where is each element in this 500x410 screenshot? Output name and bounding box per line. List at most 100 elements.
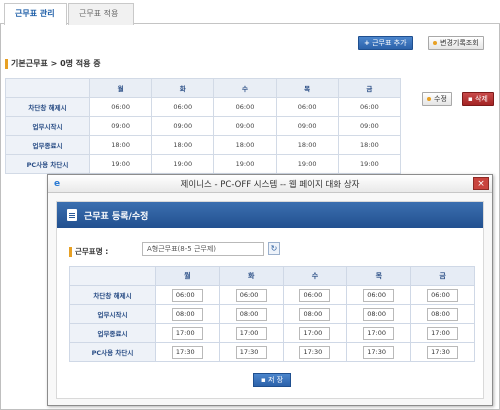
time-cell: 06:00 [88, 97, 153, 117]
time-cell [218, 342, 284, 362]
time-cell [282, 285, 348, 305]
time-input[interactable] [171, 288, 203, 302]
delete-label: 삭제 [474, 95, 488, 103]
day-header: 수 [282, 266, 348, 286]
modal-dialog: e 제이니스 - PC-OFF 시스템 -- 웹 페이지 대화 상자 × 근무표… [47, 174, 493, 406]
day-header: 화 [218, 266, 284, 286]
section-title: 기본근무표 > 0명 적용 중 [5, 58, 101, 69]
time-cell [410, 304, 475, 324]
time-input[interactable] [235, 307, 267, 321]
time-cell [346, 323, 412, 343]
row-label: 업무시작시 [69, 304, 156, 324]
day-header: 월 [155, 266, 220, 286]
row-label: PC사용 차단시 [69, 342, 156, 362]
time-cell [155, 304, 220, 324]
edit-icon [427, 97, 431, 101]
row-label: 업무종료시 [5, 135, 90, 155]
form-panel: 근무표 등록/수정 근무표명 : ↻ 월 화 수 목 금 차단창 해제시 [56, 201, 484, 399]
time-input[interactable] [299, 326, 331, 340]
time-input[interactable] [299, 345, 331, 359]
refresh-icon[interactable]: ↻ [268, 242, 280, 255]
corner-cell [5, 78, 90, 98]
day-header: 목 [275, 78, 339, 98]
day-header: 월 [88, 78, 153, 98]
schedule-name-input[interactable] [142, 242, 264, 256]
dialog-titlebar[interactable]: e 제이니스 - PC-OFF 시스템 -- 웹 페이지 대화 상자 × [48, 175, 492, 193]
add-icon: + [364, 39, 370, 47]
table-row: PC사용 차단시 19:00 19:00 19:00 19:00 19:00 [5, 154, 402, 174]
time-cell: 19:00 [337, 154, 402, 174]
day-header: 금 [337, 78, 402, 98]
time-input[interactable] [235, 326, 267, 340]
time-input[interactable] [363, 326, 395, 340]
time-input[interactable] [427, 326, 459, 340]
time-input[interactable] [299, 288, 331, 302]
table-row: PC사용 차단시 [69, 342, 475, 362]
time-cell [218, 285, 284, 305]
time-input[interactable] [363, 288, 395, 302]
document-icon [67, 209, 77, 221]
table-row: 차단창 해제시 06:00 06:00 06:00 06:00 06:00 [5, 97, 402, 117]
time-cell: 19:00 [213, 154, 277, 174]
edit-label: 수정 [434, 95, 447, 103]
time-input[interactable] [171, 326, 203, 340]
row-label: 업무종료시 [69, 323, 156, 343]
dialog-body: 근무표 등록/수정 근무표명 : ↻ 월 화 수 목 금 차단창 해제시 [48, 193, 492, 405]
form-header: 근무표 등록/수정 [57, 202, 483, 228]
time-cell [155, 342, 220, 362]
save-icon: ▪ [260, 376, 266, 384]
time-cell [155, 323, 220, 343]
time-input[interactable] [363, 345, 395, 359]
schedule-table: 월 화 수 목 금 차단창 해제시 06:00 06:00 06:00 06:0… [5, 78, 402, 174]
time-cell: 19:00 [275, 154, 339, 174]
table-row: 차단창 해제시 [69, 285, 475, 305]
tab-schedule-management[interactable]: 근무표 관리 [4, 3, 67, 25]
time-cell: 18:00 [275, 135, 339, 155]
time-cell: 06:00 [213, 97, 277, 117]
history-button[interactable]: 변경기록조회 [428, 36, 484, 50]
time-input[interactable] [235, 345, 267, 359]
time-cell: 09:00 [151, 116, 215, 136]
day-header: 목 [346, 266, 412, 286]
day-header: 금 [410, 266, 475, 286]
time-cell: 18:00 [151, 135, 215, 155]
edit-button[interactable]: 수정 [422, 92, 452, 106]
time-input[interactable] [171, 345, 203, 359]
time-cell [282, 323, 348, 343]
section-marker-icon [5, 58, 8, 69]
form-title: 근무표 등록/수정 [84, 212, 149, 222]
time-cell [218, 304, 284, 324]
row-label: PC사용 차단시 [5, 154, 90, 174]
time-input[interactable] [363, 307, 395, 321]
time-cell: 09:00 [275, 116, 339, 136]
time-input[interactable] [299, 307, 331, 321]
history-label: 변경기록조회 [440, 39, 479, 47]
delete-button[interactable]: ▪ 삭제 [462, 92, 494, 106]
time-cell [410, 285, 475, 305]
table-row: 업무종료시 18:00 18:00 18:00 18:00 18:00 [5, 135, 402, 155]
day-header: 수 [213, 78, 277, 98]
tab-schedule-apply[interactable]: 근무표 적용 [68, 3, 134, 25]
time-input[interactable] [427, 288, 459, 302]
time-cell: 18:00 [213, 135, 277, 155]
time-cell [155, 285, 220, 305]
time-input[interactable] [427, 345, 459, 359]
save-label: 저 장 [267, 376, 284, 384]
corner-cell [69, 266, 156, 286]
add-schedule-button[interactable]: + 근무표 추가 [358, 36, 413, 50]
section-title-text: 기본근무표 > 0명 적용 중 [11, 59, 101, 68]
time-input[interactable] [427, 307, 459, 321]
time-cell: 06:00 [337, 97, 402, 117]
time-input[interactable] [235, 288, 267, 302]
time-cell [346, 342, 412, 362]
time-cell [282, 304, 348, 324]
row-label: 차단창 해제시 [69, 285, 156, 305]
row-label: 업무시작시 [5, 116, 90, 136]
time-cell: 06:00 [151, 97, 215, 117]
time-cell: 06:00 [275, 97, 339, 117]
save-button[interactable]: ▪ 저 장 [253, 373, 291, 387]
close-button[interactable]: × [473, 177, 489, 190]
add-schedule-label: 근무표 추가 [372, 39, 407, 47]
time-input[interactable] [171, 307, 203, 321]
time-cell [410, 342, 475, 362]
